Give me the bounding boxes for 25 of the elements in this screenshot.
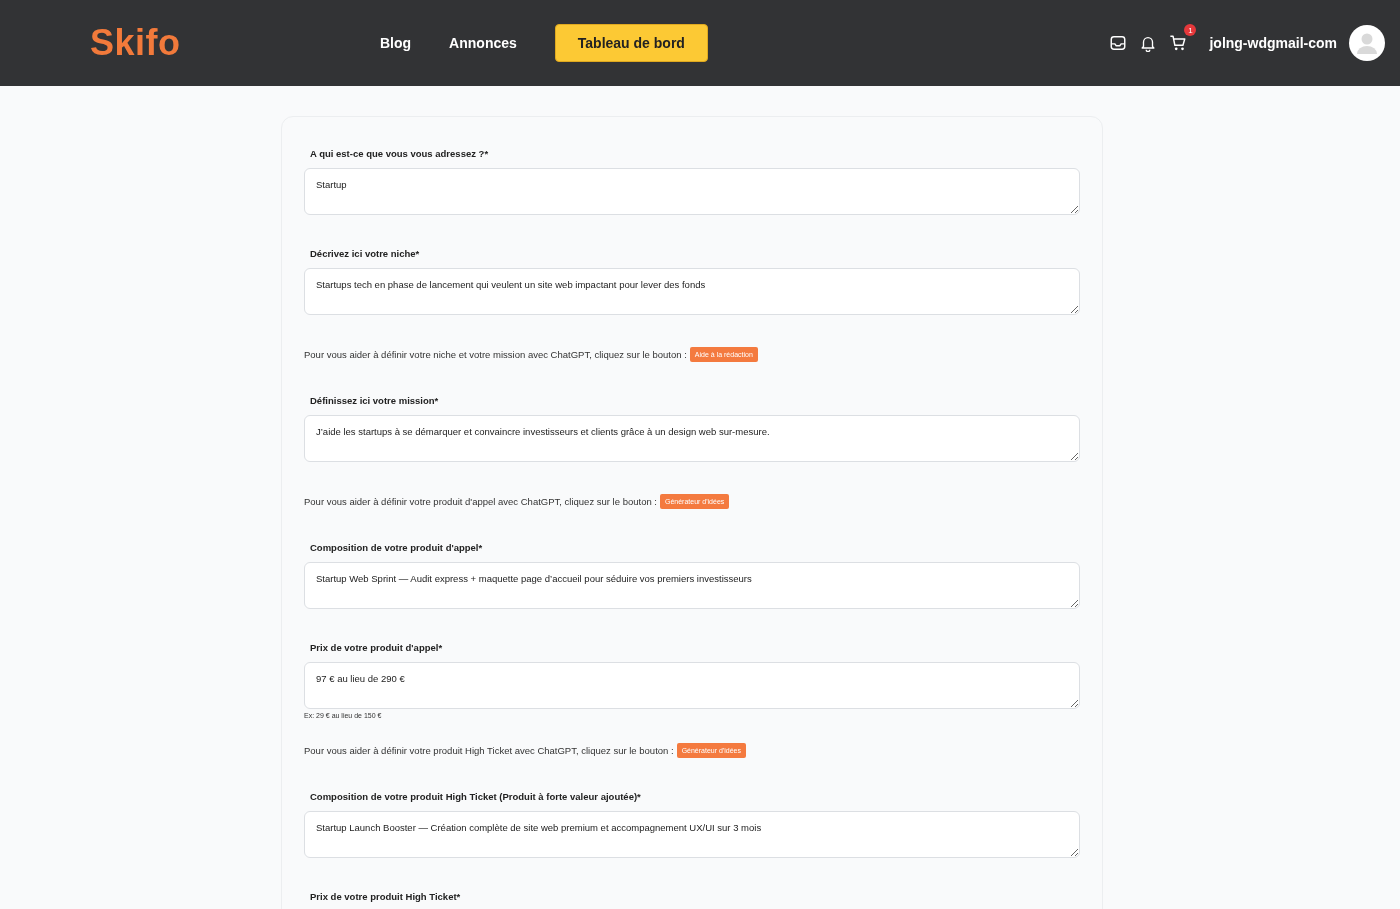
text-area[interactable]: 97 € au lieu de 290 € (304, 662, 1080, 709)
cart-count-badge: 1 (1184, 24, 1197, 36)
logo[interactable]: Skifo (90, 22, 380, 64)
text-area[interactable]: J’aide les startups à se démarquer et convaincre investisseurs et clients grâce à un design web sur-mesure. (304, 415, 1080, 462)
nav-link[interactable]: Blog (380, 35, 412, 51)
text-area[interactable]: Startup Launch Booster — Création complète de site web premium et accompagnement UX/UI sur 3 mois (304, 811, 1080, 858)
text-area[interactable]: Startups tech en phase de lancement qui veulent un site web impactant pour lever des fonds (304, 268, 1080, 315)
helper-text: Pour vous aider à définir votre produit d'appel avec ChatGPT, cliquez sur le bouton : (304, 496, 657, 507)
helper-text: Pour vous aider à définir votre niche et votre mission avec ChatGPT, cliquez sur le bouton : (304, 349, 687, 360)
field-label: Prix de votre produit d'appel* (310, 642, 444, 653)
field-label: A qui est-ce que vous vous adressez ?* (310, 148, 490, 159)
cart-icon[interactable] (1169, 34, 1188, 52)
inbox-icon[interactable] (1109, 34, 1128, 52)
dashboard-button[interactable]: Tableau de bord (554, 24, 708, 62)
field-label: Décrivez ici votre niche* (310, 248, 421, 259)
avatar-icon[interactable] (1349, 25, 1385, 61)
field-label: Composition de votre produit d'appel* (310, 542, 484, 553)
username[interactable]: jolng-wdgmail-com (1209, 35, 1337, 51)
field-label: Définissez ici votre mission* (310, 395, 440, 406)
text-area[interactable]: Startup Web Sprint — Audit express + maquette page d’accueil pour séduire vos premiers investisseurs (304, 562, 1080, 609)
nav-link[interactable]: Annonces (449, 35, 517, 51)
field-label: Prix de votre produit High Ticket* (310, 891, 462, 902)
helper-text: Pour vous aider à définir votre produit High Ticket avec ChatGPT, cliquez sur le bouton : (304, 745, 674, 756)
field-label: Composition de votre produit High Ticket (Produit à forte valeur ajoutée)* (310, 791, 642, 802)
text-area[interactable]: Startup (304, 168, 1080, 215)
